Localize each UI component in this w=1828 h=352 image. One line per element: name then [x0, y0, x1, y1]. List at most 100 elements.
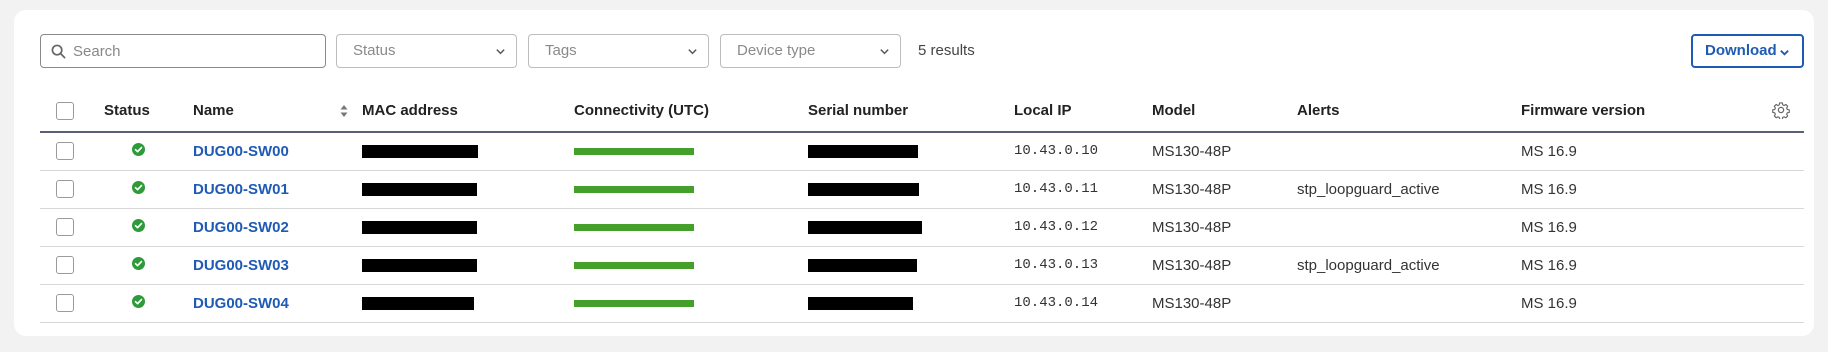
mac-cell	[362, 132, 574, 171]
row-select-cell	[40, 132, 104, 171]
row-end-cell	[1761, 208, 1804, 247]
device-name-link[interactable]: DUG00-SW04	[193, 295, 289, 312]
check-circle-icon	[132, 142, 145, 156]
column-header-status[interactable]: Status	[104, 90, 193, 133]
check-circle-icon	[132, 294, 145, 308]
column-header-connectivity[interactable]: Connectivity (UTC)	[574, 90, 808, 133]
column-label: Connectivity (UTC)	[574, 102, 709, 119]
column-header-serial[interactable]: Serial number	[808, 90, 1014, 133]
row-select-cell	[40, 170, 104, 209]
tags-filter[interactable]: Tags	[528, 34, 709, 68]
device-type-filter-label: Device type	[737, 42, 816, 59]
check-circle-icon	[132, 256, 145, 270]
row-checkbox[interactable]	[56, 294, 74, 313]
row-checkbox[interactable]	[56, 180, 74, 199]
column-label: Model	[1152, 102, 1196, 119]
row-checkbox[interactable]	[56, 218, 74, 237]
alerts-cell: stp_loopguard_active	[1297, 170, 1521, 209]
search-box[interactable]	[40, 34, 326, 68]
alerts-cell	[1297, 284, 1521, 323]
device-name-link[interactable]: DUG00-SW01	[193, 181, 289, 198]
gear-icon[interactable]	[1772, 101, 1790, 119]
status-filter[interactable]: Status	[336, 34, 517, 68]
column-label: Serial number	[808, 102, 909, 119]
local-ip-cell: 10.43.0.13	[1014, 246, 1152, 285]
sort-icon[interactable]	[340, 104, 348, 118]
column-header-alerts[interactable]: Alerts	[1297, 90, 1521, 133]
column-header-local-ip[interactable]: Local IP	[1014, 90, 1152, 133]
devices-card: Status Tags Device type 5 results Downlo…	[14, 10, 1814, 336]
status-cell	[104, 246, 193, 285]
model-cell: MS130-48P	[1152, 208, 1297, 247]
name-cell: DUG00-SW03	[193, 246, 362, 285]
download-button[interactable]: Download	[1691, 34, 1804, 68]
check-circle-icon	[132, 218, 145, 232]
serial-cell	[808, 246, 1014, 285]
connectivity-bar[interactable]	[574, 262, 694, 270]
row-checkbox[interactable]	[56, 256, 74, 275]
search-input[interactable]	[73, 36, 319, 66]
search-icon	[51, 44, 66, 59]
download-label: Download	[1705, 42, 1777, 59]
table-row[interactable]: DUG00-SW00 10.43.0.10 MS130-48P MS 16.9	[40, 132, 1804, 171]
row-select-cell	[40, 284, 104, 323]
device-name-link[interactable]: DUG00-SW00	[193, 143, 289, 160]
column-header-mac[interactable]: MAC address	[362, 90, 574, 133]
row-end-cell	[1761, 246, 1804, 285]
connectivity-bar[interactable]	[574, 186, 694, 194]
firmware-cell: MS 16.9	[1521, 246, 1761, 285]
name-cell: DUG00-SW00	[193, 132, 362, 171]
connectivity-bar[interactable]	[574, 300, 694, 308]
connectivity-bar[interactable]	[574, 224, 694, 232]
row-checkbox[interactable]	[56, 142, 74, 161]
status-cell	[104, 132, 193, 171]
table-row[interactable]: DUG00-SW02 10.43.0.12 MS130-48P MS 16.9	[40, 208, 1804, 247]
firmware-cell: MS 16.9	[1521, 284, 1761, 323]
chevron-down-icon	[496, 49, 505, 55]
row-end-cell	[1761, 132, 1804, 171]
table-row[interactable]: DUG00-SW04 10.43.0.14 MS130-48P MS 16.9	[40, 284, 1804, 323]
serial-cell	[808, 170, 1014, 209]
column-header-model[interactable]: Model	[1152, 90, 1297, 133]
redacted-serial	[808, 259, 917, 273]
column-label: Alerts	[1297, 102, 1340, 119]
table-row[interactable]: DUG00-SW03 10.43.0.13 MS130-48P stp_loop…	[40, 246, 1804, 285]
table-row[interactable]: DUG00-SW01 10.43.0.11 MS130-48P stp_loop…	[40, 170, 1804, 209]
name-cell: DUG00-SW02	[193, 208, 362, 247]
chevron-down-icon	[880, 49, 889, 55]
local-ip-cell: 10.43.0.14	[1014, 284, 1152, 323]
row-select-cell	[40, 246, 104, 285]
mac-cell	[362, 284, 574, 323]
connectivity-cell	[574, 132, 808, 171]
row-end-cell	[1761, 284, 1804, 323]
column-label: MAC address	[362, 102, 458, 119]
status-cell	[104, 284, 193, 323]
column-header-firmware[interactable]: Firmware version	[1521, 90, 1761, 133]
redacted-mac	[362, 259, 477, 273]
redacted-serial	[808, 221, 922, 235]
model-cell: MS130-48P	[1152, 132, 1297, 171]
local-ip-cell: 10.43.0.10	[1014, 132, 1152, 171]
column-label: Status	[104, 102, 150, 119]
tags-filter-label: Tags	[545, 42, 577, 59]
row-end-cell	[1761, 170, 1804, 209]
local-ip-cell: 10.43.0.11	[1014, 170, 1152, 209]
table-header-row: Status Name MAC address Connectivity (UT…	[40, 90, 1804, 133]
chevron-down-icon	[688, 49, 697, 55]
device-type-filter[interactable]: Device type	[720, 34, 901, 68]
model-cell: MS130-48P	[1152, 170, 1297, 209]
device-name-link[interactable]: DUG00-SW03	[193, 257, 289, 274]
alerts-cell	[1297, 132, 1521, 171]
status-filter-label: Status	[353, 42, 396, 59]
column-header-name[interactable]: Name	[193, 90, 362, 133]
name-cell: DUG00-SW04	[193, 284, 362, 323]
redacted-mac	[362, 145, 478, 159]
redacted-mac	[362, 183, 477, 197]
connectivity-bar[interactable]	[574, 148, 694, 156]
mac-cell	[362, 246, 574, 285]
column-settings-cell	[1761, 90, 1804, 133]
device-name-link[interactable]: DUG00-SW02	[193, 219, 289, 236]
select-all-checkbox[interactable]	[56, 101, 74, 120]
firmware-cell: MS 16.9	[1521, 132, 1761, 171]
model-cell: MS130-48P	[1152, 284, 1297, 323]
